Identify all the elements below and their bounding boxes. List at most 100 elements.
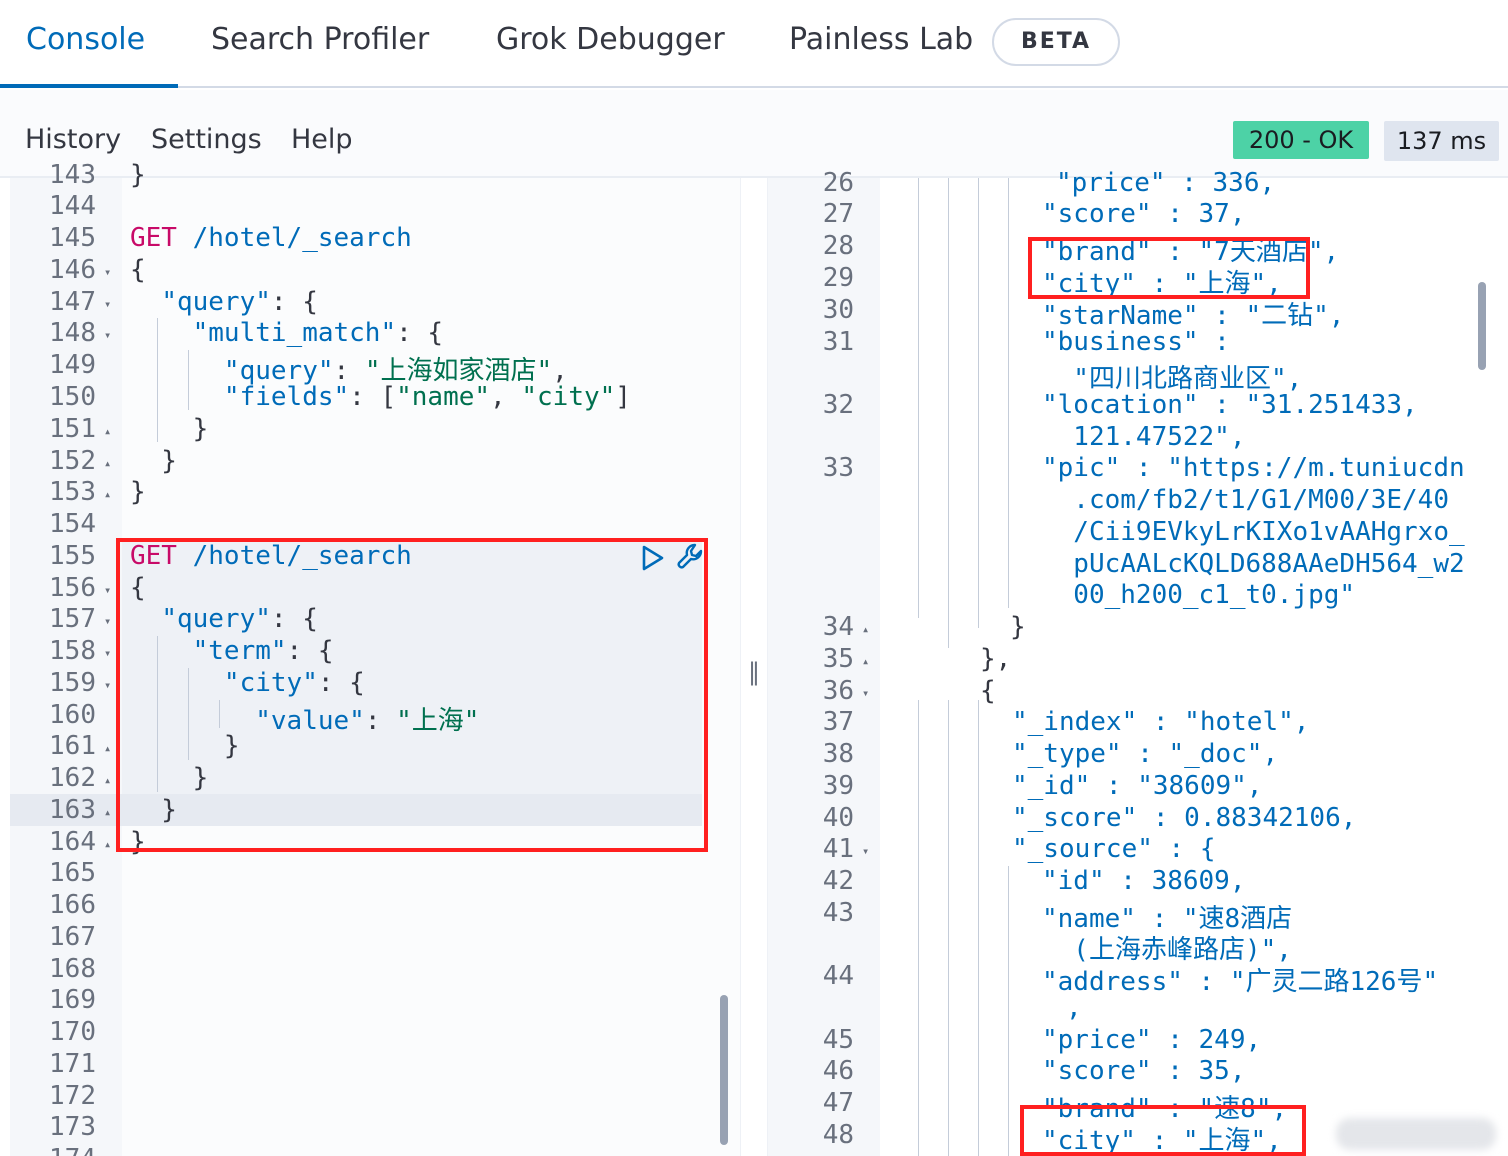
code-line: } — [130, 446, 177, 476]
fold-arrow-icon[interactable]: ▾ — [104, 265, 111, 279]
line-number: 28 — [822, 231, 854, 261]
response-status-badge: 200 - OK — [1233, 121, 1369, 159]
line-number: 164 — [49, 827, 96, 857]
code-line: } — [130, 160, 146, 190]
line-number: 159 — [49, 668, 96, 698]
code-line: "price" : 336, — [1056, 168, 1276, 198]
fold-arrow-icon[interactable]: ▾ — [104, 328, 111, 342]
response-scrollbar[interactable] — [1478, 282, 1486, 370]
fold-arrow-icon[interactable]: ▴ — [104, 773, 111, 787]
line-number: 152 — [49, 446, 96, 476]
indent-guide — [1008, 866, 1009, 1156]
code-line: "multi_match": { — [192, 318, 444, 348]
code-line: { — [980, 676, 996, 706]
code-line: "business" : — [1042, 327, 1230, 357]
code-line: "_type" : "_doc", — [1012, 739, 1279, 769]
fold-arrow-icon[interactable]: ▾ — [104, 678, 111, 692]
fold-arrow-icon[interactable]: ▾ — [104, 583, 111, 597]
fold-arrow-icon[interactable]: ▾ — [104, 297, 111, 311]
indent-guide — [948, 700, 949, 1156]
code-line: "query": { — [161, 287, 318, 317]
fold-arrow-icon[interactable]: ▾ — [862, 686, 869, 700]
line-number: 148 — [49, 318, 96, 348]
line-number: 173 — [49, 1112, 96, 1142]
line-number: 30 — [822, 295, 854, 325]
line-number: 143 — [49, 160, 96, 190]
settings-link[interactable]: Settings — [151, 124, 262, 155]
fold-arrow-icon[interactable]: ▴ — [862, 622, 869, 636]
line-number: 48 — [822, 1120, 854, 1150]
code-line: "score" : 35, — [1042, 1056, 1246, 1086]
fold-arrow-icon[interactable]: ▴ — [104, 487, 111, 501]
line-number: 43 — [822, 898, 854, 928]
line-number: 34 — [822, 612, 854, 642]
fold-arrow-icon[interactable]: ▴ — [862, 654, 869, 668]
line-number: 39 — [822, 771, 854, 801]
line-number: 169 — [49, 985, 96, 1015]
line-number: 163 — [49, 795, 96, 825]
line-number: 44 — [822, 961, 854, 991]
line-number: 155 — [49, 541, 96, 571]
history-link[interactable]: History — [25, 124, 121, 155]
line-number: 170 — [49, 1017, 96, 1047]
fold-arrow-icon[interactable]: ▾ — [104, 646, 111, 660]
indent-guide — [918, 178, 919, 618]
code-line: 121.47522", — [1042, 422, 1246, 452]
code-line: GET /hotel/_search — [130, 223, 412, 253]
code-line: } — [130, 414, 209, 444]
line-number: 41 — [822, 834, 854, 864]
fold-arrow-icon[interactable]: ▾ — [862, 844, 869, 858]
line-number: 32 — [822, 390, 854, 420]
fold-arrow-icon[interactable]: ▴ — [104, 805, 111, 819]
code-line: "location" : "31.251433, — [1042, 390, 1418, 420]
code-line: /Cii9EVkyLrKIXo1vAAHgrxo_ — [1042, 517, 1465, 547]
indent-guide — [188, 350, 189, 410]
code-line: "_index" : "hotel", — [1012, 707, 1310, 737]
tab-painless-lab[interactable]: Painless Lab — [789, 22, 973, 57]
highlight-box-city-2 — [1020, 1105, 1306, 1156]
line-number: 146 — [49, 255, 96, 285]
code-line: 00_h200_c1_t0.jpg" — [1042, 580, 1356, 610]
line-number: 31 — [822, 327, 854, 357]
code-line: "price" : 249, — [1042, 1025, 1262, 1055]
line-number: 144 — [49, 191, 96, 221]
indent-guide — [157, 318, 158, 442]
line-number: 26 — [822, 168, 854, 198]
line-number: 157 — [49, 604, 96, 634]
code-line: pUcAALcKQLD688AAeDH564_w2 — [1042, 549, 1465, 579]
highlight-box-request — [116, 538, 708, 852]
fold-arrow-icon[interactable]: ▴ — [104, 741, 111, 755]
line-number: 27 — [822, 199, 854, 229]
line-number: 149 — [49, 350, 96, 380]
tab-grok-debugger[interactable]: Grok Debugger — [496, 22, 725, 57]
code-line: .com/fb2/t1/G1/M00/3E/40 — [1042, 485, 1449, 515]
code-line: } — [1010, 612, 1026, 642]
fold-arrow-icon[interactable]: ▴ — [104, 424, 111, 438]
code-line: } — [130, 477, 146, 507]
request-scrollbar[interactable] — [720, 995, 728, 1145]
tab-console[interactable]: Console — [26, 22, 145, 57]
help-link[interactable]: Help — [291, 124, 353, 155]
line-number: 153 — [49, 477, 96, 507]
tab-search-profiler[interactable]: Search Profiler — [211, 22, 429, 57]
line-number: 161 — [49, 731, 96, 761]
code-line: "_source" : { — [1012, 834, 1216, 864]
code-line: "pic" : "https://m.tuniucdn — [1042, 453, 1465, 483]
line-number: 33 — [822, 453, 854, 483]
line-number: 166 — [49, 890, 96, 920]
fold-arrow-icon[interactable]: ▾ — [104, 614, 111, 628]
line-number: 42 — [822, 866, 854, 896]
indent-guide — [1008, 178, 1009, 608]
code-line: "_id" : "38609", — [1012, 771, 1263, 801]
line-number: 172 — [49, 1081, 96, 1111]
line-number: 167 — [49, 922, 96, 952]
line-number: 147 — [49, 287, 96, 317]
code-line: "address" : "广灵二路126号" — [1042, 967, 1439, 997]
code-line: , — [1066, 993, 1082, 1023]
fold-arrow-icon[interactable]: ▴ — [104, 837, 111, 851]
line-number: 45 — [822, 1025, 854, 1055]
indent-guide — [978, 700, 979, 1156]
line-number: 29 — [822, 263, 854, 293]
fold-arrow-icon[interactable]: ▴ — [104, 456, 111, 470]
line-number: 171 — [49, 1049, 96, 1079]
